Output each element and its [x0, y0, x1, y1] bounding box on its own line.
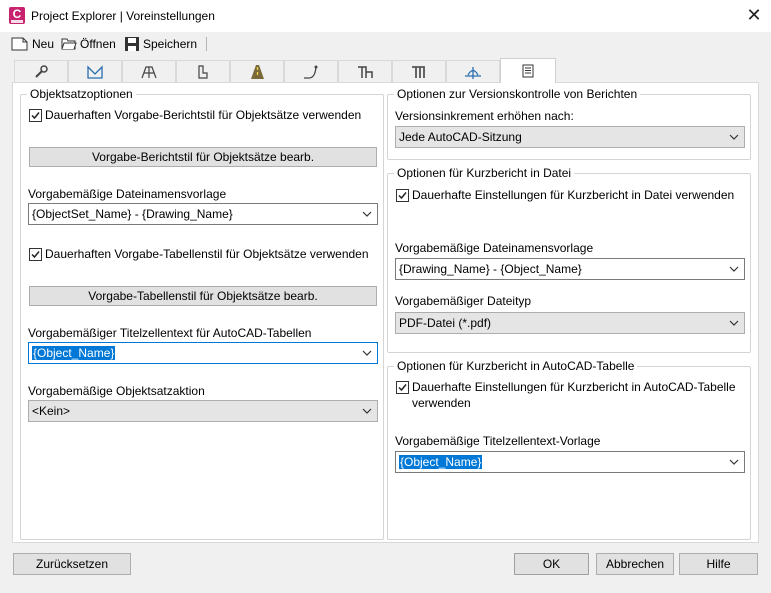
chevron-down-icon[interactable] — [361, 347, 373, 359]
reset-button[interactable]: Zurücksetzen — [13, 553, 131, 575]
new-file-icon — [11, 37, 28, 51]
civil3d-app-icon: C — [9, 7, 25, 24]
filename-template-combo[interactable]: {ObjectSet_Name} - {Drawing_Name} — [28, 203, 378, 225]
checkmark-icon — [398, 384, 407, 392]
tab-pressure-pipe[interactable] — [392, 60, 446, 82]
help-button[interactable]: Hilfe — [679, 553, 758, 575]
file-report-filetype-value: PDF-Datei (*.pdf) — [399, 316, 492, 330]
chevron-down-icon[interactable] — [728, 456, 740, 468]
new-button[interactable]: Neu — [11, 35, 54, 53]
open-folder-icon — [61, 38, 77, 50]
file-report-persistent-label: Dauerhafte Einstellungen für Kurzbericht… — [412, 188, 735, 202]
file-report-filename-label: Vorgabemäßige Dateinamensvorlage — [395, 241, 594, 255]
tab-parcel[interactable] — [176, 60, 230, 82]
table-report-persistent-label-line2: verwenden — [412, 396, 471, 410]
edit-report-style-button[interactable]: Vorgabe-Berichtstil für Objektsätze bear… — [29, 147, 377, 167]
version-control-title: Optionen zur Versionskontrolle von Beric… — [394, 87, 641, 101]
close-icon[interactable]: ✕ — [742, 4, 766, 26]
title-bar: C Project Explorer | Voreinstellungen ✕ — [0, 0, 771, 32]
title-cell-value: {Object_Name} — [32, 346, 116, 360]
pipe-network-icon — [358, 65, 373, 78]
version-increment-value: Jede AutoCAD-Sitzung — [399, 130, 522, 144]
title-cell-label: Vorgabemäßiger Titelzellentext für AutoC… — [28, 326, 312, 340]
objectset-action-label: Vorgabemäßige Objektsatzaktion — [28, 384, 205, 398]
road-icon — [251, 64, 264, 79]
checkmark-icon — [31, 112, 40, 120]
tab-grading[interactable] — [122, 60, 176, 82]
report-icon — [522, 64, 534, 78]
wrench-icon — [35, 64, 48, 78]
persistent-table-style-label: Dauerhaften Vorgabe-Tabellenstil für Obj… — [45, 247, 369, 261]
tab-corridor[interactable] — [230, 60, 284, 82]
persistent-report-style-checkbox[interactable] — [29, 109, 42, 122]
file-report-persistent-checkbox[interactable] — [396, 189, 409, 202]
grading-icon — [141, 65, 157, 78]
save-label: Speichern — [143, 37, 198, 51]
table-report-title-template-value: {Object_Name} — [399, 455, 483, 469]
chevron-down-icon[interactable] — [728, 263, 740, 275]
objectset-action-dropdown[interactable]: <Kein> — [28, 400, 378, 422]
profile-icon — [465, 66, 481, 79]
new-label: Neu — [32, 37, 55, 51]
checkmark-icon — [31, 251, 40, 259]
table-report-title-template-label: Vorgabemäßige Titelzellentext-Vorlage — [395, 434, 601, 448]
version-increment-label: Versionsinkrement erhöhen nach: — [395, 109, 574, 123]
chevron-down-icon[interactable] — [361, 208, 373, 220]
table-report-persistent-checkbox[interactable] — [396, 381, 409, 394]
pressure-pipe-icon — [412, 65, 425, 78]
window-title: Project Explorer | Voreinstellungen — [31, 9, 215, 23]
toolbar: Neu Öffnen Speichern — [0, 32, 771, 56]
save-disk-icon — [125, 37, 139, 51]
file-report-filetype-dropdown[interactable]: PDF-Datei (*.pdf) — [395, 312, 745, 334]
tab-profile[interactable] — [446, 60, 500, 82]
tab-alignment[interactable] — [284, 60, 338, 82]
version-increment-dropdown[interactable]: Jede AutoCAD-Sitzung — [395, 126, 745, 148]
table-report-title: Optionen für Kurzbericht in AutoCAD-Tabe… — [394, 359, 638, 373]
file-report-title: Optionen für Kurzbericht in Datei — [394, 166, 575, 180]
open-label: Öffnen — [80, 37, 116, 51]
tab-reports[interactable] — [500, 58, 556, 83]
file-report-filename-combo[interactable]: {Drawing_Name} - {Object_Name} — [395, 258, 745, 280]
tab-general[interactable] — [14, 60, 68, 82]
ok-button[interactable]: OK — [514, 553, 589, 575]
persistent-report-style-label: Dauerhaften Vorgabe-Berichtstil für Obje… — [45, 108, 362, 122]
file-report-filetype-label: Vorgabemäßiger Dateityp — [395, 294, 532, 308]
cancel-button[interactable]: Abbrechen — [596, 553, 674, 575]
filename-template-label: Vorgabemäßige Dateinamensvorlage — [28, 187, 227, 201]
tab-pipe-network[interactable] — [338, 60, 392, 82]
tab-strip — [14, 58, 754, 83]
file-report-filename-value: {Drawing_Name} - {Object_Name} — [399, 262, 582, 276]
title-cell-combo[interactable]: {Object_Name} — [28, 342, 378, 364]
save-button[interactable]: Speichern — [124, 35, 197, 53]
tab-site[interactable] — [68, 60, 122, 82]
objectset-action-value: <Kein> — [32, 404, 71, 418]
table-report-title-template-combo[interactable]: {Object_Name} — [395, 451, 745, 473]
parcel-icon — [198, 64, 208, 79]
app-icon-letter: C — [12, 7, 22, 21]
chevron-down-icon[interactable] — [728, 317, 740, 329]
filename-template-value: {ObjectSet_Name} - {Drawing_Name} — [32, 207, 233, 221]
toolbar-separator — [206, 37, 207, 51]
edit-table-style-button[interactable]: Vorgabe-Tabellenstil für Objektsätze bea… — [29, 286, 377, 306]
site-icon — [87, 64, 103, 79]
persistent-table-style-checkbox[interactable] — [29, 248, 42, 261]
checkmark-icon — [398, 192, 407, 200]
objectset-options-title: Objektsatzoptionen — [27, 87, 136, 101]
table-report-persistent-label-line1: Dauerhafte Einstellungen für Kurzbericht… — [412, 380, 736, 394]
chevron-down-icon[interactable] — [728, 131, 740, 143]
chevron-down-icon[interactable] — [361, 405, 373, 417]
alignment-icon — [304, 65, 318, 79]
open-button[interactable]: Öffnen — [61, 35, 116, 53]
